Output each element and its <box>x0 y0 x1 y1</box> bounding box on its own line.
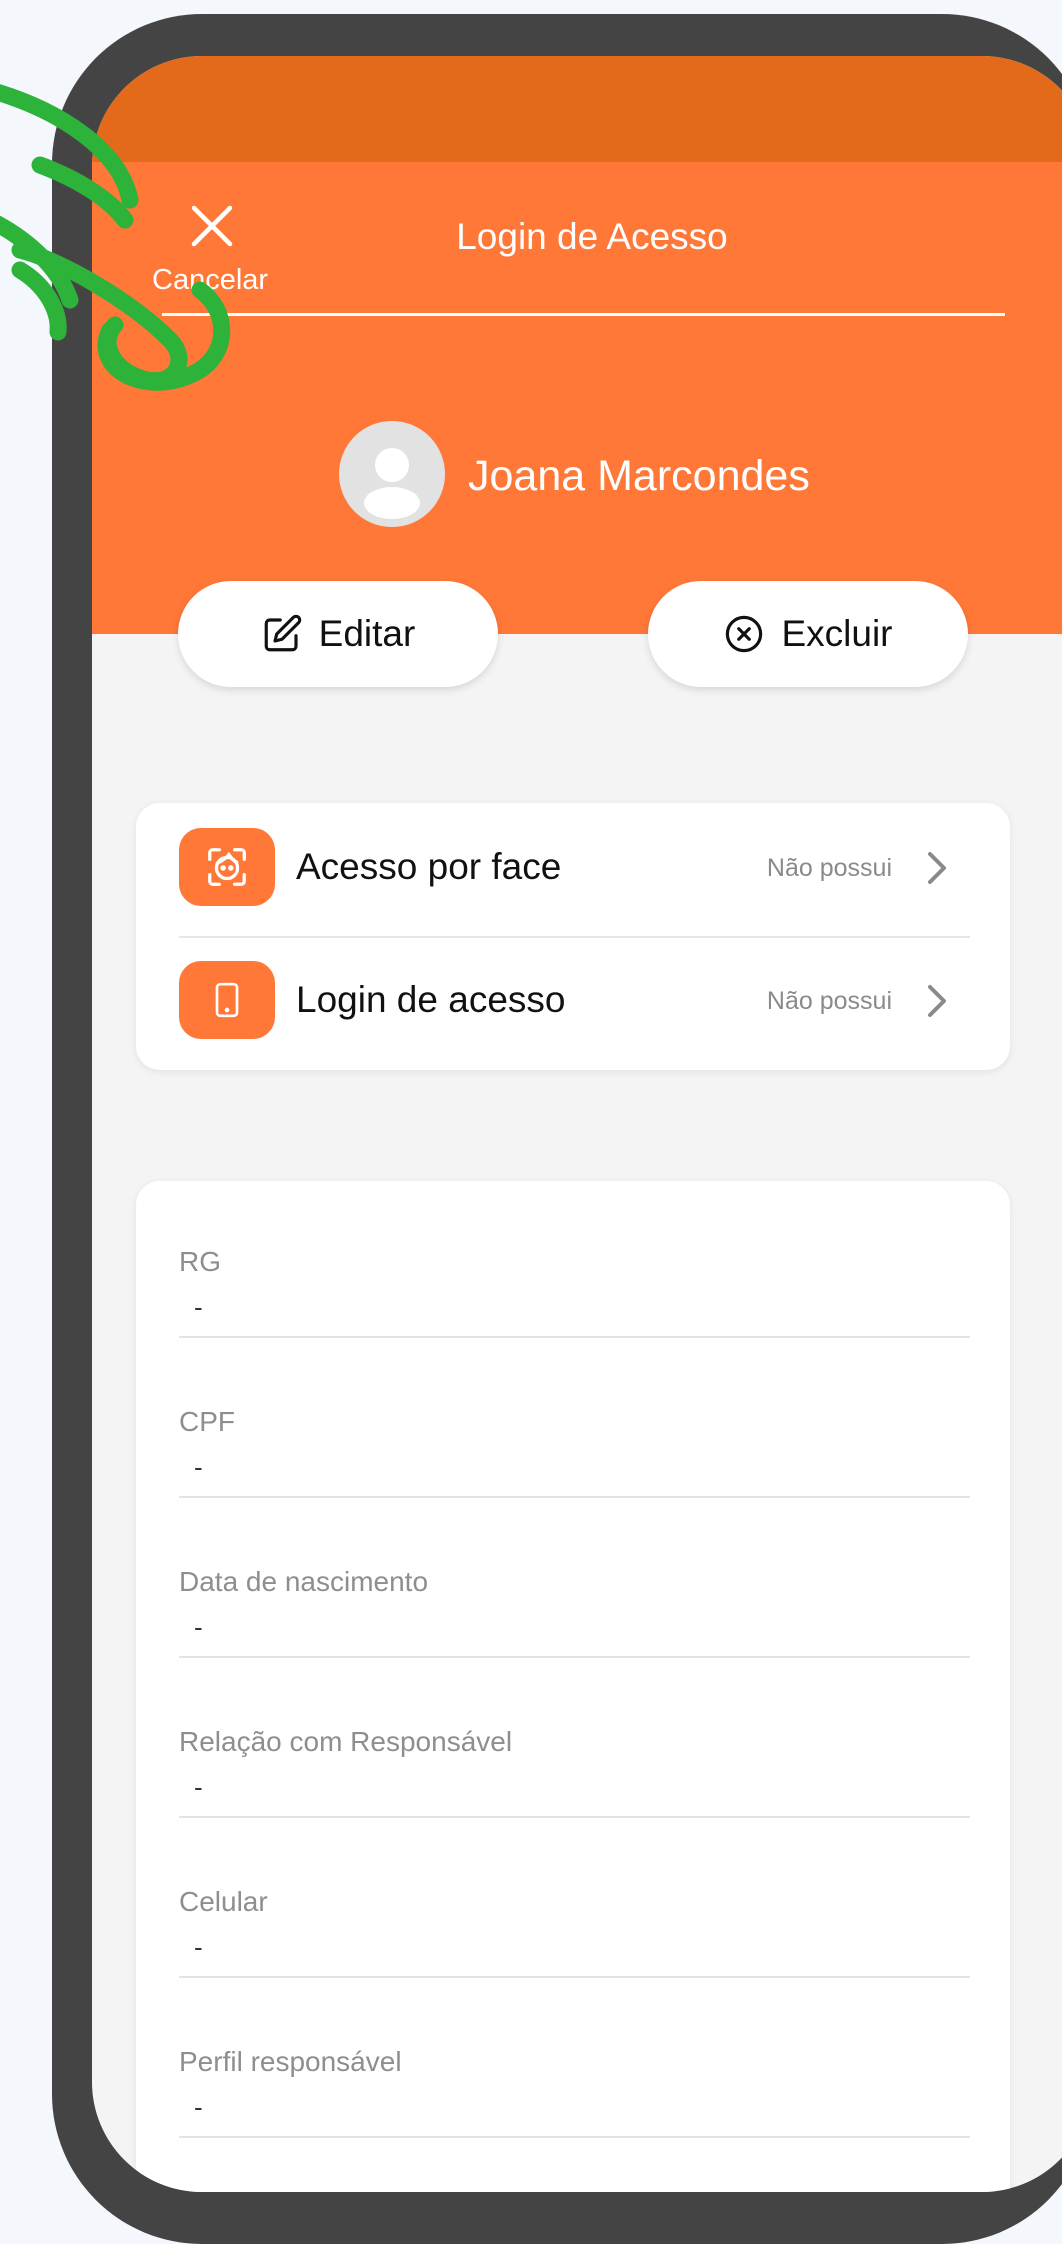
field-cpf: CPF - <box>179 1406 970 1566</box>
field-relationship: Relação com Responsável - <box>179 1726 970 1886</box>
face-scan-icon-tile <box>179 828 275 906</box>
field-label: Data de nascimento <box>179 1566 429 1597</box>
access-item-face[interactable]: Acesso por face Não possui <box>136 803 1010 938</box>
edit-button-label: Editar <box>318 613 416 654</box>
edit-button[interactable]: Editar <box>178 581 498 687</box>
chevron-right-icon <box>928 852 946 884</box>
field-value: - <box>194 1612 203 1642</box>
user-name: Joana Marcondes <box>468 452 810 500</box>
phone-icon <box>215 982 239 1018</box>
field-label: CPF <box>179 1406 235 1437</box>
face-scan-icon <box>208 848 246 886</box>
header-divider <box>162 313 1005 316</box>
avatar <box>339 421 445 527</box>
user-avatar-icon <box>364 448 420 519</box>
access-item-label: Login de acesso <box>296 979 566 1020</box>
field-divider <box>179 1336 970 1338</box>
field-divider <box>179 2136 970 2138</box>
field-value: - <box>194 1932 203 1962</box>
field-value: - <box>194 1292 203 1322</box>
tap-gesture-icon <box>0 84 231 391</box>
access-item-status: Não possui <box>766 987 892 1015</box>
field-value: - <box>194 1452 203 1482</box>
field-value: - <box>194 2092 203 2122</box>
access-item-label: Acesso por face <box>296 846 562 887</box>
edit-icon <box>264 614 301 652</box>
field-divider <box>179 1976 970 1978</box>
field-rg: RG - <box>179 1246 970 1406</box>
field-divider <box>179 1656 970 1658</box>
field-divider <box>179 1496 970 1498</box>
access-item-status: Não possui <box>766 854 892 882</box>
access-card: Acesso por face Não possui Login de aces… <box>136 803 1010 1070</box>
field-birth-date: Data de nascimento - <box>179 1566 970 1726</box>
field-label: Celular <box>179 1886 268 1917</box>
info-card: RG - CPF - Data de nascimento - Relação … <box>136 1181 1010 2192</box>
access-item-login[interactable]: Login de acesso Não possui <box>136 936 1010 1056</box>
field-label: Perfil responsável <box>179 2046 402 2077</box>
field-divider <box>179 1816 970 1818</box>
phone-icon-tile <box>179 961 275 1039</box>
delete-button-label: Excluir <box>781 613 893 654</box>
delete-button[interactable]: Excluir <box>648 581 968 687</box>
chevron-right-icon <box>928 985 946 1017</box>
field-responsible-profile: Perfil responsável - <box>179 2046 970 2192</box>
field-mobile: Celular - <box>179 1886 970 2046</box>
x-circle-icon <box>726 615 763 653</box>
field-value: - <box>194 1772 203 1802</box>
field-label: Relação com Responsável <box>179 1726 513 1757</box>
field-label: RG <box>179 1246 221 1277</box>
